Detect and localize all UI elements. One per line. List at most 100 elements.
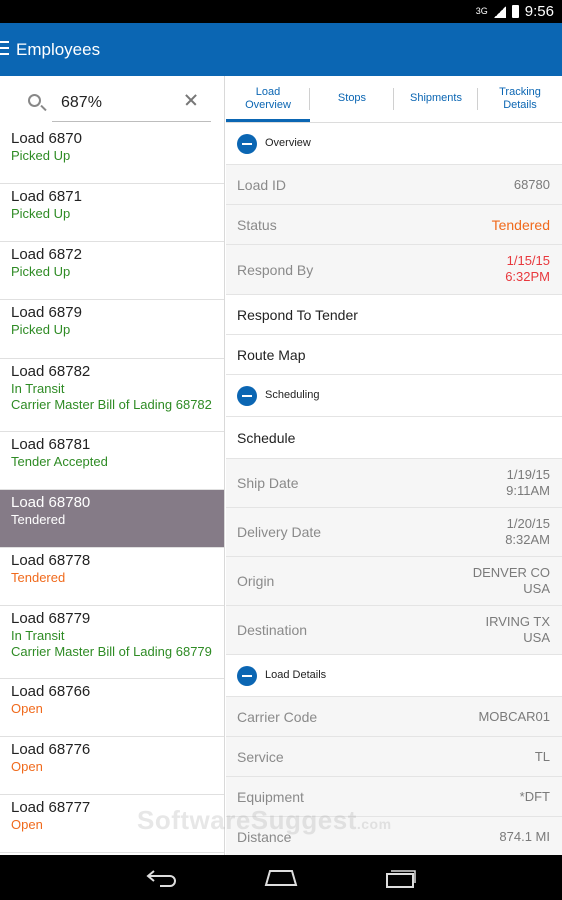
service-row: Service TL [226, 737, 562, 777]
list-item-selected[interactable]: Load 68780 Tendered [0, 490, 224, 548]
load-status: Picked Up [11, 322, 71, 337]
list-item[interactable]: Load 6879 Picked Up [0, 300, 224, 359]
respond-by-time: 6:32PM [505, 269, 550, 284]
tab-label: Details [503, 99, 537, 111]
home-icon[interactable] [264, 869, 298, 887]
field-value: 1/15/15 6:32PM [505, 253, 550, 285]
load-status: Tendered [11, 512, 66, 527]
list-item[interactable]: Load 6870 Picked Up [0, 126, 224, 184]
field-label: Destination [237, 622, 308, 638]
load-title: Load 68782 [11, 363, 91, 380]
tab-label: Stops [337, 92, 367, 104]
list-item[interactable]: Load 68779 In Transit Carrier Master Bil… [0, 606, 224, 679]
hamburger-menu-icon[interactable] [0, 41, 10, 57]
clear-icon[interactable] [184, 93, 198, 107]
tab-tracking-details[interactable]: Tracking Details [478, 76, 562, 122]
load-title: Load 68766 [11, 683, 91, 700]
tab-stops[interactable]: Stops [310, 76, 394, 122]
tab-load-overview[interactable]: Load Overview [226, 76, 310, 122]
schedule-button[interactable]: Schedule [226, 417, 562, 459]
field-value: 1/19/15 9:11AM [506, 467, 550, 499]
load-status: Picked Up [11, 148, 71, 163]
section-label: Load Details [265, 669, 327, 681]
load-list-panel: 687% Load 6870 Picked Up Load 6871 Picke… [0, 76, 225, 855]
ship-time: 9:11AM [506, 483, 550, 498]
field-value: MOBCAR01 [478, 709, 550, 724]
field-value: 874.1 MI [499, 829, 550, 844]
load-title: Load 6872 [11, 246, 82, 263]
field-label: Origin [237, 573, 275, 589]
section-label: Scheduling [265, 389, 320, 401]
load-status: Picked Up [11, 264, 71, 279]
app-bar: Employees [0, 23, 562, 76]
signal-icon [493, 5, 506, 18]
field-value: 1/20/15 8:32AM [505, 516, 550, 548]
load-extra: Carrier Master Bill of Lading 68782 [11, 397, 212, 412]
back-icon[interactable] [146, 869, 178, 887]
respond-to-tender-button[interactable]: Respond To Tender [226, 295, 562, 335]
status-row: Status Tendered [226, 205, 562, 245]
field-value: 68780 [513, 177, 550, 192]
load-status: Open [11, 759, 43, 774]
section-label: Overview [265, 137, 311, 149]
respond-by-date: 1/15/15 [506, 253, 550, 268]
field-value: Tendered [491, 217, 550, 233]
destination-city: IRVING TX [485, 614, 550, 629]
watermark: SoftwareSuggest.com [137, 805, 392, 836]
search-icon[interactable] [28, 94, 41, 107]
load-extra: Carrier Master Bill of Lading 68779 [11, 644, 212, 659]
collapse-icon[interactable] [237, 666, 257, 686]
list-item[interactable]: Load 68782 In Transit Carrier Master Bil… [0, 359, 224, 432]
list-item[interactable]: Load 68766 Open [0, 679, 224, 737]
section-overview[interactable]: Overview [226, 123, 562, 165]
load-title: Load 6870 [11, 130, 82, 147]
origin-country: USA [523, 581, 550, 596]
field-label: Status [237, 217, 277, 233]
route-map-button[interactable]: Route Map [226, 335, 562, 375]
field-label: Delivery Date [237, 524, 322, 540]
destination-row: Destination IRVING TX USA [226, 606, 562, 655]
field-label: Ship Date [237, 475, 299, 491]
delivery-date: 1/20/15 [506, 516, 550, 531]
origin-row: Origin DENVER CO USA [226, 557, 562, 606]
recent-apps-icon[interactable] [384, 867, 418, 889]
tab-label: Load [255, 86, 281, 98]
field-value: TL [534, 749, 550, 764]
collapse-icon[interactable] [237, 386, 257, 406]
load-title: Load 68780 [11, 494, 91, 511]
respond-by-row: Respond By 1/15/15 6:32PM [226, 245, 562, 295]
list-item[interactable]: Load 6872 Picked Up [0, 242, 224, 300]
status-bar: 3G 9:56 [0, 0, 562, 23]
list-item[interactable]: Load 68776 Open [0, 737, 224, 795]
detail-tabs: Load Overview Stops Shipments Tracking D… [226, 76, 562, 123]
load-status: Tendered [11, 570, 66, 585]
clock: 9:56 [524, 3, 554, 20]
section-load-details[interactable]: Load Details [226, 655, 562, 697]
origin-city: DENVER CO [472, 565, 550, 580]
load-detail-panel: Load Overview Stops Shipments Tracking D… [226, 76, 562, 855]
field-value: IRVING TX USA [485, 614, 550, 646]
list-item[interactable]: Load 68781 Tender Accepted [0, 432, 224, 490]
action-label: Route Map [237, 347, 306, 363]
load-status: In Transit [11, 381, 65, 396]
carrier-code-row: Carrier Code MOBCAR01 [226, 697, 562, 737]
collapse-icon[interactable] [237, 134, 257, 154]
load-status: Open [11, 701, 43, 716]
delivery-date-row: Delivery Date 1/20/15 8:32AM [226, 508, 562, 557]
tab-label: Shipments [410, 92, 462, 104]
load-title: Load 68779 [11, 610, 91, 627]
tab-label: Overview [245, 99, 291, 111]
tab-shipments[interactable]: Shipments [394, 76, 478, 122]
field-value: DENVER CO USA [473, 565, 550, 597]
field-value: *DFT [519, 789, 550, 804]
load-title: Load 68778 [11, 552, 91, 569]
field-label: Load ID [237, 177, 287, 193]
field-label: Respond By [237, 262, 314, 278]
load-status: In Transit [11, 628, 65, 643]
load-status: Picked Up [11, 206, 71, 221]
section-scheduling[interactable]: Scheduling [226, 375, 562, 417]
list-item[interactable]: Load 68778 Tendered [0, 548, 224, 606]
load-status: Tender Accepted [11, 454, 108, 469]
list-item[interactable]: Load 6871 Picked Up [0, 184, 224, 242]
action-label: Schedule [237, 430, 296, 446]
